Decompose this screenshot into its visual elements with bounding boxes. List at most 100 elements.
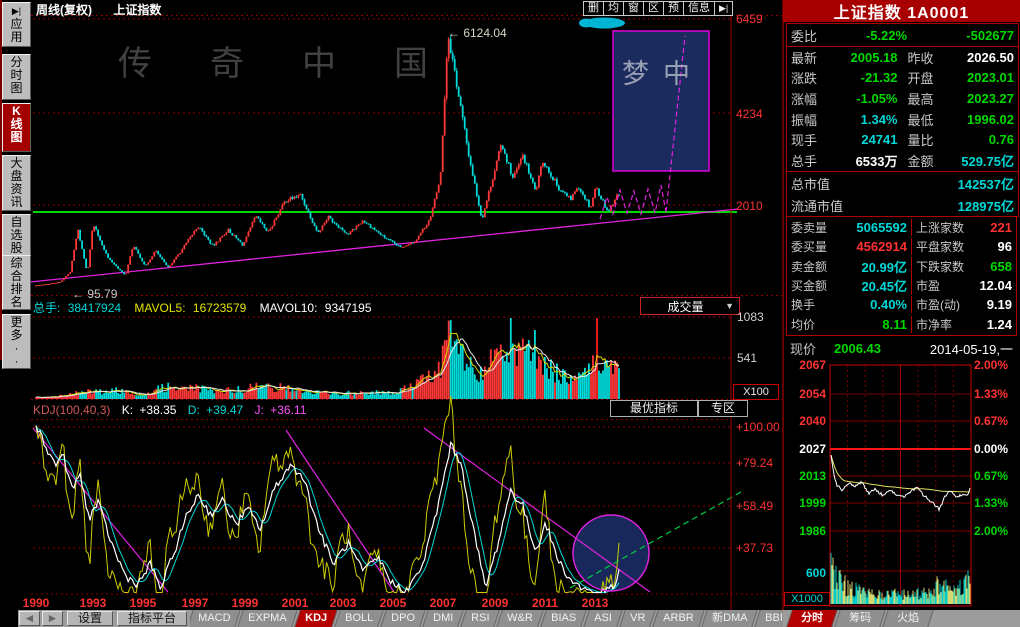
zone-button[interactable]: 专区 (698, 400, 748, 417)
volume-unit-label: X100 (733, 384, 779, 400)
toolbar-button-4[interactable]: 区 (643, 1, 664, 16)
volume-header: 总手: 38417924 MAVOL5: 16723579 MAVOL10: 9… (33, 299, 372, 316)
indicator-tab-BIAS[interactable]: BIAS (540, 610, 587, 627)
detail-row-4: 买金额20.45亿市盈12.04 (787, 276, 1016, 295)
view-tab-分时[interactable]: 分时 (786, 610, 838, 627)
quote-label: 委买量 (791, 238, 837, 255)
indicator-tab-ASI[interactable]: ASI (583, 610, 622, 627)
detail-right: 平盘家数96 (912, 238, 1016, 255)
sidebar-item-6[interactable]: 综合排名 (2, 255, 31, 310)
toolbar-button-2[interactable]: 均 (603, 1, 624, 16)
weibi-box: 委比 -5.22% -502677 (786, 23, 1019, 47)
quote-label: 上涨家数 (916, 219, 978, 236)
indicator-platform-button[interactable]: 指标平台 (117, 611, 187, 626)
k-label: K: (122, 403, 133, 417)
kdj-formula: KDJ(100,40,3) (33, 403, 110, 417)
intraday-price-tick-1986: 1986 (788, 524, 826, 538)
intraday-pct-tick-1: 1.33% (974, 387, 1008, 401)
indicator-tab-新DMA[interactable]: 新DMA (701, 610, 758, 627)
sidebar-item-3[interactable]: K线图 (2, 103, 31, 152)
toolbar-button-1[interactable]: 删 (583, 1, 604, 16)
quote-label: 总手 (791, 151, 835, 170)
tab-label: ARBR (663, 610, 694, 626)
tab-label: BBI (765, 610, 783, 626)
k-value: +38.35 (139, 403, 176, 417)
intraday-price-tick-2027: 2027 (788, 442, 826, 456)
quote-date: 2014-05-19,一 (900, 339, 1013, 358)
indicator-tab-DPO[interactable]: DPO (380, 610, 425, 627)
quote-value: 142537亿 (871, 174, 1014, 193)
quote-row-6: 总手6533万金额529.75亿 (787, 151, 1018, 170)
period-label: 周线(复权) (36, 3, 92, 17)
sidebar-item-2[interactable]: 分时图 (2, 54, 31, 100)
indicator-tab-EXPMA[interactable]: EXPMA (238, 610, 298, 627)
year-tick-2003: 2003 (323, 596, 363, 610)
sidebar-item-4[interactable]: 大盘资讯 (2, 155, 31, 211)
chevron-down-icon: ▼ (725, 301, 734, 311)
indicator-tab-KDJ[interactable]: KDJ (294, 610, 338, 627)
indicator-tab-MACD[interactable]: MACD (190, 610, 241, 627)
sidebar-item-1[interactable]: ▶|应用 (2, 2, 31, 47)
scroll-right-button[interactable]: ► (42, 611, 63, 626)
quote-value: 658 (978, 259, 1012, 274)
quote-label: 量比 (908, 130, 952, 149)
indicator-tab-W&R[interactable]: W&R (497, 610, 544, 627)
indicator-tab-ARBR[interactable]: ARBR (652, 610, 704, 627)
intraday-pct-tick-2: 0.67% (974, 414, 1008, 428)
tab-label: 火焰 (897, 610, 919, 626)
quote-value: 529.75亿 (952, 151, 1015, 170)
toolbar-button-6[interactable]: 信息 (683, 1, 715, 16)
best-indicator-button[interactable]: 最优指标 (610, 400, 698, 417)
quote-value: 12.04 (978, 278, 1012, 293)
indicator-tab-VR[interactable]: VR (619, 610, 656, 627)
quote-label: 最新 (791, 48, 835, 67)
tab-label: DMI (433, 610, 453, 626)
view-tab-火焰[interactable]: 火焰 (882, 610, 934, 627)
stock-app-window: 周线(复权) 上证指数 删均窗区预信息▶| 传奇中国 ▶|应用分时图K线图大盘资… (0, 0, 1020, 627)
settings-button[interactable]: 设置 (67, 611, 113, 626)
sidebar-item-7[interactable]: 更多·· (2, 314, 31, 369)
cap-row-2: 流通市值128975亿 (787, 196, 1018, 215)
scroll-left-button[interactable]: ◄ (19, 611, 40, 626)
indicator-tab-BOLL[interactable]: BOLL (334, 610, 384, 627)
year-tick-1995: 1995 (123, 596, 163, 610)
detail-left: 买金额20.45亿 (787, 276, 912, 295)
xianjia-value: 2006.43 (834, 341, 900, 356)
main-y-tick-6459: 6459 (736, 12, 763, 26)
detail-right: 上涨家数221 (912, 219, 1016, 236)
sidebar-item-5[interactable]: 自选股 (2, 214, 31, 256)
toolbar-expand-icon[interactable]: ▶| (714, 1, 733, 16)
quote-value: 20.45亿 (837, 276, 907, 295)
view-tab-筹码[interactable]: 筹码 (834, 610, 886, 627)
year-tick-2009: 2009 (475, 596, 515, 610)
year-tick-1997: 1997 (175, 596, 215, 610)
quote-label: 市盈 (916, 277, 978, 294)
indicator-tab-DMI[interactable]: DMI (422, 610, 464, 627)
indicator-tab-BBI[interactable]: BBI (754, 610, 783, 627)
weibi-label: 委比 (791, 26, 835, 45)
volume-type-dropdown[interactable]: 成交量 ▼ (640, 297, 740, 315)
mavol5-label: MAVOL5: (134, 301, 185, 315)
indicator-tab-RSI[interactable]: RSI (460, 610, 500, 627)
quote-value: 5065592 (837, 220, 907, 235)
quote-label: 买金额 (791, 277, 837, 294)
quote-value: 128975亿 (871, 196, 1014, 215)
mavol5-value: 16723579 (193, 301, 246, 315)
quote-label: 最低 (908, 110, 952, 129)
intraday-pct-tick-5: 1.33% (974, 496, 1008, 510)
detail-left: 委买量4562914 (787, 238, 912, 255)
quote-row-4: 振幅1.34%最低1996.02 (787, 110, 1018, 129)
view-tabs: 分时筹码火焰 (789, 610, 933, 627)
quote-label: 平盘家数 (916, 238, 978, 255)
toolbar-button-3[interactable]: 窗 (623, 1, 644, 16)
tab-label: KDJ (305, 610, 327, 626)
quote-main-box: 最新2005.18昨收2026.50涨跌-21.32开盘2023.01涨幅-1.… (786, 46, 1019, 172)
year-tick-2005: 2005 (373, 596, 413, 610)
d-value: +39.47 (206, 403, 243, 417)
toolbar-button-5[interactable]: 预 (663, 1, 684, 16)
quote-value: -1.05% (835, 91, 898, 106)
detail-left: 卖金额20.99亿 (787, 257, 912, 276)
year-tick-1990: 1990 (16, 596, 56, 610)
quote-value: 221 (978, 220, 1012, 235)
quote-value: 9.19 (978, 297, 1012, 312)
